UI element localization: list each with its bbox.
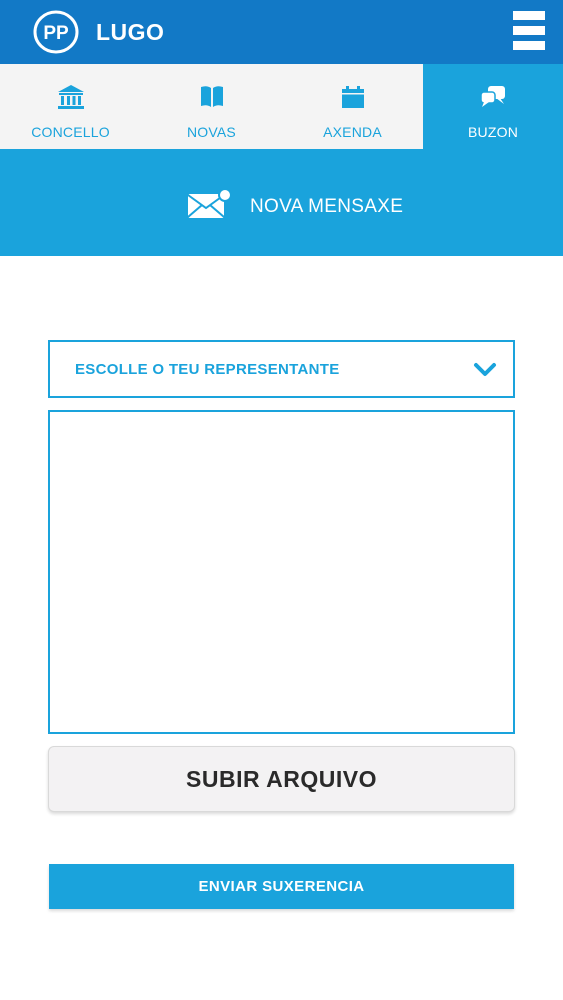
top-bar: PP LUGO [0, 0, 563, 64]
tab-concello[interactable]: CONCELLO [0, 64, 141, 149]
tab-buzon[interactable]: BUZON [423, 64, 563, 149]
tab-axenda[interactable]: AXENDA [282, 64, 423, 149]
banner-title: NOVA MENSAXE [250, 196, 404, 217]
tab-label-buzon: BUZON [468, 124, 518, 140]
tab-novas[interactable]: NOVAS [141, 64, 282, 149]
chat-bubbles-icon [480, 86, 505, 107]
representative-select-label: ESCOLLE O TEU REPRESENTANTE [75, 361, 340, 378]
tab-label-novas: NOVAS [187, 124, 236, 140]
town-hall-icon [57, 85, 84, 109]
book-icon [200, 86, 223, 107]
app-title: LUGO [96, 19, 165, 45]
message-textarea[interactable] [48, 410, 515, 734]
tab-bar: CONCELLO NOVAS AXENDA BUZON [0, 64, 563, 149]
chevron-down-icon [474, 363, 496, 376]
upload-file-button[interactable]: SUBIR ARQUIVO [48, 746, 515, 812]
pp-logo: PP [33, 10, 79, 54]
send-suggestion-button[interactable]: ENVIAR SUXERENCIA [49, 864, 514, 909]
calendar-icon [341, 86, 364, 108]
tab-label-axenda: AXENDA [323, 124, 382, 140]
representative-select[interactable]: ESCOLLE O TEU REPRESENTANTE [48, 340, 515, 398]
mail-notification-icon [187, 188, 232, 218]
tab-label-concello: CONCELLO [31, 124, 110, 140]
logo-text: PP [43, 23, 69, 44]
hamburger-menu-icon[interactable] [513, 11, 545, 51]
